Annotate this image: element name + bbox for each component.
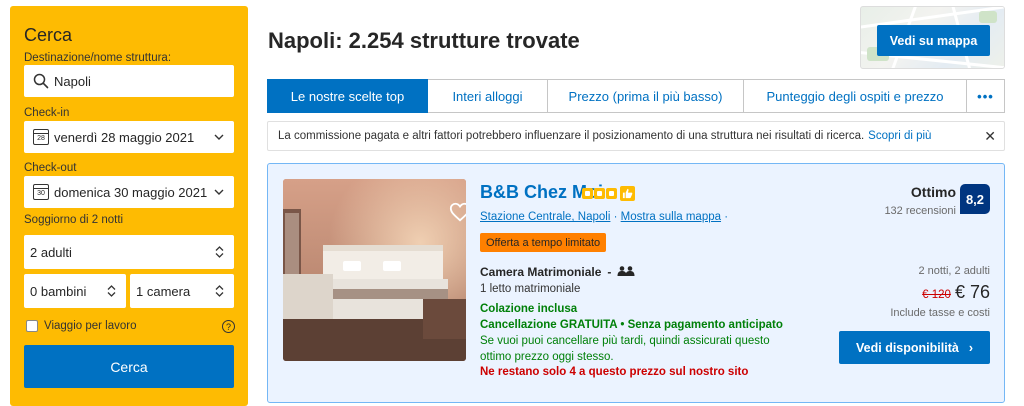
tab-top-picks[interactable]: Le nostre scelte top <box>267 79 428 113</box>
current-price: € 76 <box>954 282 990 302</box>
sort-tabs: Le nostre scelte top Interi alloggi Prez… <box>267 79 1005 113</box>
scarcity-message: Ne restano solo 4 a questo prezzo sul no… <box>480 366 749 378</box>
destination-label: Destinazione/nome struttura: <box>24 52 172 64</box>
cancellation-note: Se vuoi puoi cancellare più tardi, quind… <box>480 335 770 363</box>
star-rating <box>582 186 635 201</box>
room-type: Camera Matrimoniale - <box>480 265 635 279</box>
business-travel-checkbox[interactable] <box>26 320 38 332</box>
up-down-icon <box>210 285 228 297</box>
stay-length-label: Soggiorno di 2 notti <box>24 214 124 226</box>
checkout-label: Check-out <box>24 162 77 174</box>
children-select[interactable]: 0 bambini <box>24 274 126 308</box>
checkin-label: Check-in <box>24 107 70 119</box>
rooms-select[interactable]: 1 camera <box>130 274 234 308</box>
property-card: B&B Chez Moi Stazione Centrale, Napoli ·… <box>267 163 1005 403</box>
show-on-map-link[interactable]: Mostra sulla mappa <box>621 211 721 223</box>
star-icon <box>582 188 593 199</box>
tab-entire-homes[interactable]: Interi alloggi <box>428 79 548 113</box>
guests-icon <box>617 265 635 279</box>
calendar-icon: 28 <box>28 129 54 145</box>
calendar-icon: 30 <box>28 184 54 200</box>
learn-more-link[interactable]: Scopri di più <box>868 130 931 142</box>
heart-icon[interactable] <box>449 201 466 223</box>
chevron-down-icon <box>210 134 228 140</box>
price-row: € 120 € 76 <box>922 282 990 303</box>
checkin-field[interactable]: 28 venerdì 28 maggio 2021 <box>24 121 234 153</box>
map-preview[interactable]: Vedi su mappa <box>860 6 1005 69</box>
star-icon <box>594 188 605 199</box>
chevron-down-icon <box>210 189 228 195</box>
stay-summary: 2 notti, 2 adulti <box>918 265 990 277</box>
adults-select[interactable]: 2 adulti <box>24 235 234 269</box>
review-score-badge[interactable]: 8,2 <box>960 184 990 214</box>
up-down-icon <box>102 285 120 297</box>
search-icon <box>28 73 54 89</box>
star-icon <box>606 188 617 199</box>
bed-info: 1 letto matrimoniale <box>480 283 581 295</box>
limited-time-deal-badge: Offerta a tempo limitato <box>480 233 607 252</box>
tab-score-and-price[interactable]: Punteggio degli ospiti e prezzo <box>744 79 967 113</box>
thumbs-up-icon <box>620 186 635 201</box>
up-down-icon <box>210 246 228 258</box>
chevron-right-icon: › <box>968 340 973 355</box>
close-icon[interactable]: ✕ <box>984 128 996 145</box>
ranking-notice: La commissione pagata e altri fattori po… <box>267 121 1005 151</box>
tab-lowest-price[interactable]: Prezzo (prima il più basso) <box>548 79 744 113</box>
location-line: Stazione Centrale, Napoli · Mostra sulla… <box>480 211 729 223</box>
checkout-field[interactable]: 30 domenica 30 maggio 2021 <box>24 176 234 208</box>
more-options-icon[interactable]: ••• <box>967 79 1005 113</box>
taxes-note: Include tasse e costi <box>890 307 990 319</box>
destination-value: Napoli <box>54 73 91 89</box>
help-icon[interactable]: ? <box>222 320 235 333</box>
checkin-value: venerdì 28 maggio 2021 <box>54 129 195 145</box>
destination-input[interactable]: Napoli <box>24 65 234 97</box>
search-sidebar: Cerca Destinazione/nome struttura: Napol… <box>10 6 248 406</box>
page-title: Napoli: 2.254 strutture trovate <box>268 28 580 53</box>
review-rating-word: Ottimo <box>910 184 956 200</box>
location-link[interactable]: Stazione Centrale, Napoli <box>480 211 610 223</box>
sidebar-title: Cerca <box>24 25 73 45</box>
review-count: 132 recensioni <box>884 205 956 217</box>
see-availability-button[interactable]: Vedi disponibilità › <box>839 331 990 364</box>
notice-text: La commissione pagata e altri fattori po… <box>278 130 865 142</box>
property-photo[interactable] <box>283 179 466 361</box>
breakfast-included: Colazione inclusa <box>480 303 578 315</box>
checkout-value: domenica 30 maggio 2021 <box>54 184 208 200</box>
search-button[interactable]: Cerca <box>24 345 234 388</box>
original-price: € 120 <box>922 289 951 301</box>
view-on-map-button[interactable]: Vedi su mappa <box>877 25 990 56</box>
business-travel-label: Viaggio per lavoro <box>44 320 137 332</box>
free-cancellation: Cancellazione GRATUITA • Senza pagamento… <box>480 319 783 331</box>
